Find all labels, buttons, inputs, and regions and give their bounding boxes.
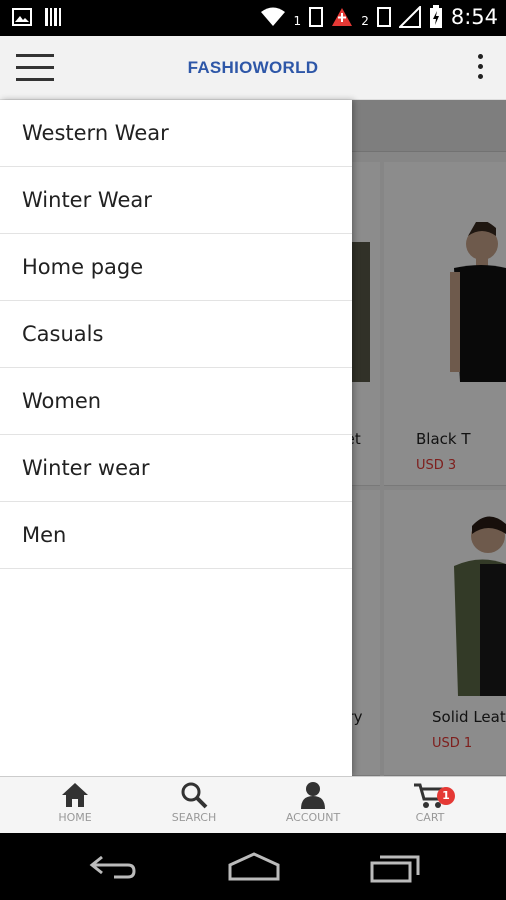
nav-search-label: SEARCH [171, 811, 217, 824]
account-icon [301, 782, 325, 809]
nav-search-button[interactable]: SEARCH [149, 781, 239, 824]
image-icon [12, 8, 32, 26]
bottom-navigation: HOME SEARCH ACCOUNT 1 CART [0, 776, 506, 833]
status-bar: 1 2 8:54 [0, 0, 506, 36]
wifi-icon [260, 7, 285, 26]
app-bar: FASHIOWORLD [0, 36, 506, 100]
nav-cart-button[interactable]: 1 CART [385, 781, 475, 824]
drawer-item-winter-wear-2[interactable]: Winter wear [0, 435, 352, 502]
drawer-item-men[interactable]: Men [0, 502, 352, 569]
drawer-item-home-page[interactable]: Home page [0, 234, 352, 301]
sim2-indicator: 2 [361, 14, 369, 28]
home-icon [62, 783, 88, 807]
barcode-icon [45, 8, 61, 26]
recents-icon[interactable] [370, 853, 422, 883]
nav-cart-label: CART [415, 811, 445, 824]
drawer-item-casuals[interactable]: Casuals [0, 301, 352, 368]
search-icon [181, 782, 208, 809]
nav-account-button[interactable]: ACCOUNT [268, 781, 358, 824]
nav-account-label: ACCOUNT [285, 811, 341, 824]
cart-badge: 1 [437, 787, 455, 805]
back-icon[interactable] [88, 853, 138, 881]
drawer-item-western-wear[interactable]: Western Wear [0, 100, 352, 167]
nav-home-button[interactable]: HOME [30, 781, 120, 824]
navigation-drawer: Western Wear Winter Wear Home page Casua… [0, 100, 352, 776]
nav-home-label: HOME [58, 811, 92, 824]
drawer-item-winter-wear[interactable]: Winter Wear [0, 167, 352, 234]
sim1-indicator: 1 [293, 14, 302, 28]
more-vert-icon[interactable] [478, 54, 484, 80]
sim2-icon [376, 7, 391, 27]
signal-icon [398, 6, 421, 28]
status-time: 8:54 [450, 5, 498, 29]
system-navigation-bar [0, 833, 506, 900]
sim-icon [309, 7, 324, 27]
alert-icon [332, 8, 353, 26]
battery-icon [429, 5, 442, 28]
home-nav-icon[interactable] [226, 851, 282, 881]
app-title: FASHIOWORLD [187, 58, 319, 77]
drawer-item-women[interactable]: Women [0, 368, 352, 435]
